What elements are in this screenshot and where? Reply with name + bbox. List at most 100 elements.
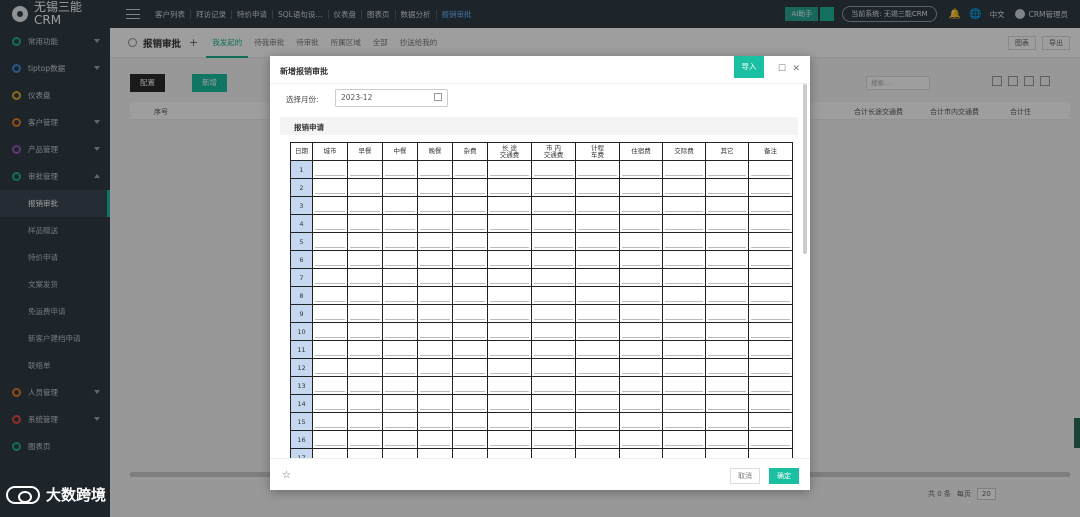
grid-cell-input[interactable]: [575, 448, 620, 458]
grid-cell-input[interactable]: [705, 340, 749, 359]
grid-cell-input[interactable]: [705, 214, 749, 233]
grid-cell-input[interactable]: [705, 250, 749, 269]
grid-cell-input[interactable]: [347, 304, 383, 323]
grid-cell-input[interactable]: [417, 448, 453, 458]
grid-cell-input[interactable]: [705, 376, 749, 395]
grid-cell-input[interactable]: [382, 304, 418, 323]
grid-cell-input[interactable]: [531, 448, 576, 458]
month-picker[interactable]: 2023-12: [335, 89, 448, 107]
grid-cell-input[interactable]: [487, 214, 532, 233]
grid-cell-input[interactable]: [312, 286, 348, 305]
grid-cell-input[interactable]: [531, 430, 576, 449]
grid-cell-input[interactable]: [705, 268, 749, 287]
grid-cell-input[interactable]: [417, 430, 453, 449]
grid-cell-input[interactable]: [662, 214, 706, 233]
grid-cell-input[interactable]: [417, 232, 453, 251]
grid-cell-input[interactable]: [487, 232, 532, 251]
grid-cell-input[interactable]: [619, 268, 663, 287]
grid-cell-input[interactable]: [312, 448, 348, 458]
grid-cell-input[interactable]: [619, 232, 663, 251]
grid-cell-input[interactable]: [705, 232, 749, 251]
grid-cell-input[interactable]: [748, 232, 793, 251]
grid-cell-input[interactable]: [575, 412, 620, 431]
grid-cell-input[interactable]: [452, 304, 488, 323]
grid-cell-input[interactable]: [748, 178, 793, 197]
grid-cell-input[interactable]: [531, 214, 576, 233]
grid-cell-input[interactable]: [705, 412, 749, 431]
grid-cell-input[interactable]: [619, 394, 663, 413]
grid-cell-input[interactable]: [531, 340, 576, 359]
grid-cell-input[interactable]: [662, 250, 706, 269]
grid-cell-input[interactable]: [748, 160, 793, 179]
grid-cell-input[interactable]: [347, 250, 383, 269]
grid-cell-input[interactable]: [382, 340, 418, 359]
grid-cell-input[interactable]: [452, 196, 488, 215]
grid-cell-input[interactable]: [748, 196, 793, 215]
grid-cell-input[interactable]: [748, 376, 793, 395]
grid-cell-input[interactable]: [748, 214, 793, 233]
grid-cell-input[interactable]: [748, 448, 793, 458]
close-icon[interactable]: ✕: [792, 64, 800, 74]
grid-cell-input[interactable]: [487, 304, 532, 323]
grid-cell-input[interactable]: [312, 268, 348, 287]
grid-cell-input[interactable]: [452, 376, 488, 395]
grid-cell-input[interactable]: [575, 160, 620, 179]
grid-cell-input[interactable]: [575, 376, 620, 395]
grid-cell-input[interactable]: [531, 196, 576, 215]
grid-cell-input[interactable]: [312, 340, 348, 359]
grid-cell-input[interactable]: [705, 394, 749, 413]
grid-cell-input[interactable]: [382, 160, 418, 179]
grid-cell-input[interactable]: [347, 340, 383, 359]
grid-cell-input[interactable]: [487, 358, 532, 377]
grid-cell-input[interactable]: [417, 322, 453, 341]
grid-cell-input[interactable]: [382, 232, 418, 251]
grid-cell-input[interactable]: [575, 196, 620, 215]
grid-cell-input[interactable]: [417, 286, 453, 305]
grid-cell-input[interactable]: [347, 358, 383, 377]
grid-cell-input[interactable]: [662, 322, 706, 341]
grid-cell-input[interactable]: [531, 160, 576, 179]
grid-cell-input[interactable]: [312, 358, 348, 377]
grid-cell-input[interactable]: [312, 304, 348, 323]
grid-cell-input[interactable]: [575, 430, 620, 449]
grid-cell-input[interactable]: [417, 160, 453, 179]
grid-cell-input[interactable]: [382, 448, 418, 458]
grid-cell-input[interactable]: [487, 160, 532, 179]
grid-cell-input[interactable]: [312, 160, 348, 179]
grid-cell-input[interactable]: [347, 232, 383, 251]
grid-cell-input[interactable]: [347, 412, 383, 431]
grid-cell-input[interactable]: [575, 394, 620, 413]
grid-cell-input[interactable]: [487, 412, 532, 431]
grid-cell-input[interactable]: [748, 250, 793, 269]
grid-cell-input[interactable]: [531, 376, 576, 395]
grid-cell-input[interactable]: [619, 412, 663, 431]
grid-cell-input[interactable]: [382, 376, 418, 395]
grid-cell-input[interactable]: [347, 448, 383, 458]
grid-cell-input[interactable]: [662, 358, 706, 377]
grid-cell-input[interactable]: [531, 178, 576, 197]
grid-cell-input[interactable]: [312, 250, 348, 269]
grid-cell-input[interactable]: [347, 160, 383, 179]
grid-cell-input[interactable]: [347, 394, 383, 413]
grid-cell-input[interactable]: [312, 376, 348, 395]
grid-cell-input[interactable]: [452, 358, 488, 377]
grid-cell-input[interactable]: [347, 178, 383, 197]
grid-cell-input[interactable]: [382, 412, 418, 431]
grid-cell-input[interactable]: [417, 376, 453, 395]
grid-cell-input[interactable]: [662, 196, 706, 215]
grid-cell-input[interactable]: [619, 250, 663, 269]
grid-cell-input[interactable]: [417, 358, 453, 377]
grid-cell-input[interactable]: [619, 448, 663, 458]
grid-cell-input[interactable]: [619, 178, 663, 197]
grid-cell-input[interactable]: [487, 340, 532, 359]
grid-cell-input[interactable]: [748, 358, 793, 377]
grid-cell-input[interactable]: [452, 394, 488, 413]
grid-cell-input[interactable]: [662, 340, 706, 359]
grid-cell-input[interactable]: [417, 268, 453, 287]
grid-cell-input[interactable]: [662, 448, 706, 458]
grid-cell-input[interactable]: [705, 322, 749, 341]
grid-cell-input[interactable]: [347, 376, 383, 395]
grid-cell-input[interactable]: [452, 268, 488, 287]
grid-cell-input[interactable]: [662, 268, 706, 287]
ok-button[interactable]: 确定: [769, 468, 799, 484]
